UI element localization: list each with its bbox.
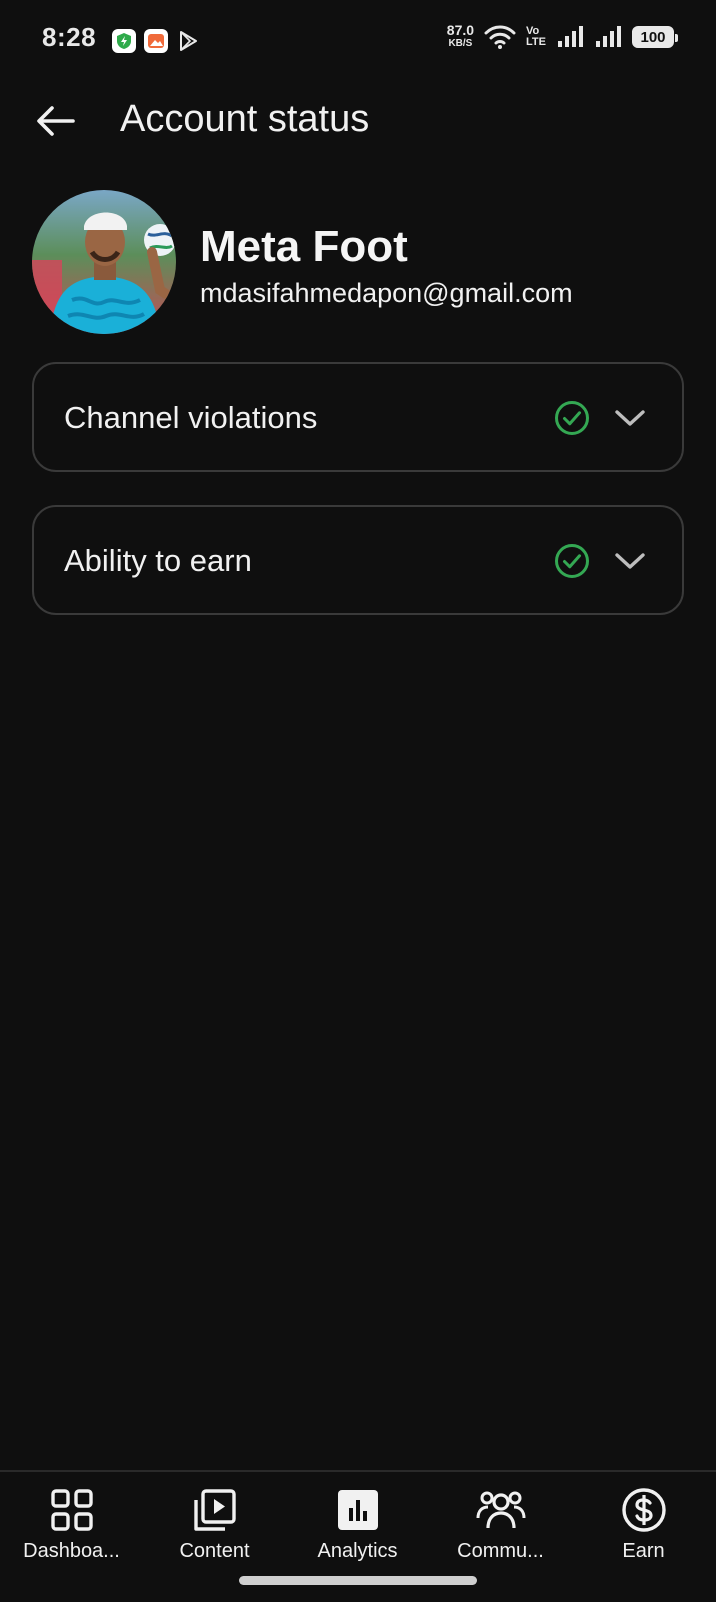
chevron-down-icon[interactable] (614, 547, 646, 575)
shield-bolt-icon (112, 29, 136, 53)
image-app-icon (144, 29, 168, 53)
play-store-icon (176, 29, 200, 53)
nav-label-earn: Earn (622, 1540, 665, 1562)
nav-item-community[interactable]: Commu... (429, 1482, 572, 1582)
dashboard-grid-icon (50, 1489, 93, 1531)
network-speed: 87.0 KB/S (446, 22, 475, 50)
back-button[interactable] (30, 96, 80, 146)
channel-profile: Meta Foot mdasifahmedapon@gmail.com (32, 190, 692, 336)
channel-email: mdasifahmedapon@gmail.com (200, 278, 573, 308)
status-bar: 8:28 87.0 KB/S Vo LTE 100 (0, 0, 716, 84)
nav-label-community: Commu... (457, 1540, 544, 1562)
card-label: Channel violations (64, 400, 318, 435)
battery-indicator: 100 (632, 26, 678, 48)
volte-indicator: Vo LTE (526, 26, 546, 48)
network-speed-value: 87.0 (446, 22, 475, 38)
network-speed-unit: KB/S (448, 38, 473, 49)
analytics-bar-icon (337, 1490, 378, 1530)
check-circle-icon (555, 544, 589, 578)
avatar (32, 190, 176, 334)
channel-violations-card[interactable]: Channel violations (32, 362, 684, 472)
arrow-left-icon (37, 106, 75, 136)
nav-label-content: Content (179, 1540, 250, 1562)
app-header: Account status (0, 84, 716, 156)
earn-dollar-icon (621, 1488, 666, 1532)
signal-icon-1 (558, 26, 583, 47)
card-label: Ability to earn (64, 543, 252, 578)
wifi-icon (484, 25, 516, 49)
nav-label-analytics: Analytics (317, 1540, 398, 1562)
status-app-icons (112, 29, 200, 53)
home-indicator[interactable] (239, 1576, 477, 1585)
chevron-down-icon[interactable] (614, 404, 646, 432)
status-time: 8:28 (42, 22, 97, 52)
nav-label-dashboard: Dashboa... (23, 1540, 120, 1562)
community-people-icon (476, 1491, 525, 1529)
status-indicators: 87.0 KB/S Vo LTE 100 (446, 22, 678, 50)
channel-name: Meta Foot (200, 222, 408, 271)
check-circle-icon (555, 401, 589, 435)
nav-item-earn[interactable]: Earn (572, 1482, 715, 1582)
nav-item-content[interactable]: Content (143, 1482, 286, 1582)
nav-item-analytics[interactable]: Analytics (286, 1482, 429, 1582)
ability-to-earn-card[interactable]: Ability to earn (32, 505, 684, 615)
page-title: Account status (120, 98, 370, 140)
content-play-icon (193, 1489, 236, 1531)
nav-item-dashboard[interactable]: Dashboa... (0, 1482, 143, 1582)
signal-icon-2 (596, 26, 621, 47)
volte-bottom: LTE (526, 36, 546, 48)
